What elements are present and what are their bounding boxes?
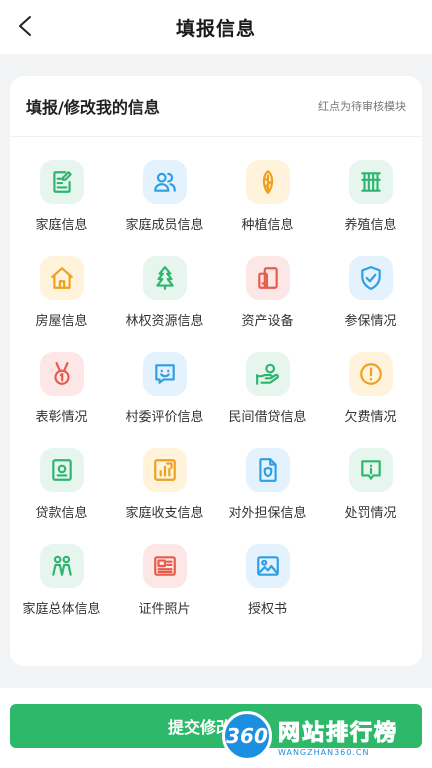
bottom-bar: 提交修改信息	[0, 688, 432, 768]
doc-shield-icon	[245, 448, 290, 492]
module-label: 养殖信息	[344, 218, 397, 233]
panel-title: 填报/修改我的信息	[26, 98, 160, 117]
page-title: 填报信息	[175, 17, 256, 40]
module-id-photos[interactable]: 证件照片	[113, 540, 216, 636]
module-label: 贷款信息	[35, 506, 88, 521]
module-insurance[interactable]: 参保情况	[319, 252, 422, 348]
module-arrears[interactable]: 欠费情况	[319, 348, 422, 444]
back-button[interactable]	[10, 10, 42, 42]
module-label: 授权书	[247, 602, 287, 617]
module-house[interactable]: 房屋信息	[10, 252, 113, 348]
medal-icon	[39, 352, 84, 396]
module-private-loan[interactable]: 民间借贷信息	[216, 348, 319, 444]
panel-hint: 红点为待审核模块	[318, 100, 406, 113]
module-label: 村委评价信息	[125, 410, 204, 425]
module-penalty[interactable]: 处罚情况	[319, 444, 422, 540]
module-label: 家庭信息	[35, 218, 88, 233]
module-label: 参保情况	[344, 314, 397, 329]
chat-smile-icon	[142, 352, 187, 396]
module-family-members[interactable]: 家庭成员信息	[113, 156, 216, 252]
module-label: 房屋信息	[35, 314, 88, 329]
module-assets[interactable]: 资产设备	[216, 252, 319, 348]
module-grid: 家庭信息 家庭成员信息 种植信息 养殖信息 房屋信息 林权资源信息 资产设备 参…	[10, 156, 422, 636]
module-label: 证件照片	[138, 602, 191, 617]
id-card-icon	[142, 544, 187, 588]
family-icon	[39, 544, 84, 588]
module-family-info[interactable]: 家庭信息	[10, 156, 113, 252]
top-bar: 填报信息	[0, 0, 432, 54]
fence-icon	[348, 160, 393, 204]
module-label: 资产设备	[241, 314, 294, 329]
devices-icon	[245, 256, 290, 300]
module-label: 处罚情况	[344, 506, 397, 521]
panel-header: 填报/修改我的信息 红点为待审核模块	[10, 76, 422, 137]
image-icon	[245, 544, 290, 588]
info-panel: 填报/修改我的信息 红点为待审核模块 家庭信息 家庭成员信息 种植信息 养殖信息…	[10, 76, 422, 666]
module-planting[interactable]: 种植信息	[216, 156, 319, 252]
alert-circle-icon	[348, 352, 393, 396]
module-breeding[interactable]: 养殖信息	[319, 156, 422, 252]
module-guarantee[interactable]: 对外担保信息	[216, 444, 319, 540]
module-income-expense[interactable]: 家庭收支信息	[113, 444, 216, 540]
safe-icon	[39, 448, 84, 492]
users-icon	[142, 160, 187, 204]
module-label: 种植信息	[241, 218, 294, 233]
module-loan[interactable]: 贷款信息	[10, 444, 113, 540]
tree-icon	[142, 256, 187, 300]
info-chat-icon	[348, 448, 393, 492]
module-label: 家庭总体信息	[22, 602, 101, 617]
module-authorization[interactable]: 授权书	[216, 540, 319, 636]
module-label: 家庭成员信息	[125, 218, 204, 233]
module-village-evaluation[interactable]: 村委评价信息	[113, 348, 216, 444]
module-label: 对外担保信息	[228, 506, 307, 521]
seed-icon	[245, 160, 290, 204]
module-forest[interactable]: 林权资源信息	[113, 252, 216, 348]
shield-check-icon	[348, 256, 393, 300]
module-label: 欠费情况	[344, 410, 397, 425]
module-label: 民间借贷信息	[228, 410, 307, 425]
house-icon	[39, 256, 84, 300]
module-label: 林权资源信息	[125, 314, 204, 329]
chevron-left-icon	[19, 16, 31, 36]
form-edit-icon	[39, 160, 84, 204]
bar-chart-icon	[142, 448, 187, 492]
module-label: 家庭收支信息	[125, 506, 204, 521]
module-family-overall[interactable]: 家庭总体信息	[10, 540, 113, 636]
module-commendation[interactable]: 表彰情况	[10, 348, 113, 444]
hand-coin-icon	[245, 352, 290, 396]
module-label: 表彰情况	[35, 410, 88, 425]
submit-button[interactable]: 提交修改信息	[10, 704, 422, 748]
